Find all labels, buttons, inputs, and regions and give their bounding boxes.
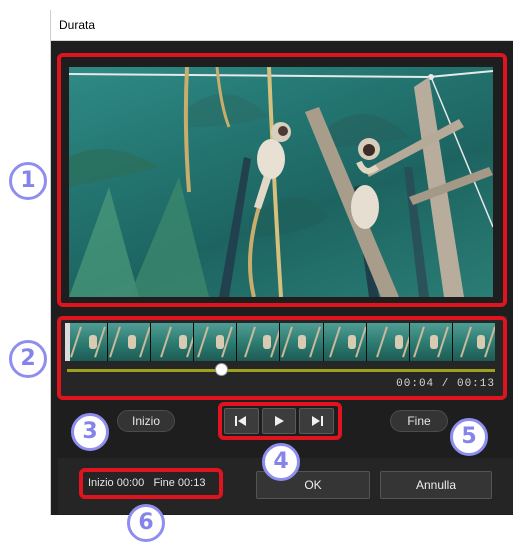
selection-end-value: 00:13 bbox=[177, 477, 206, 489]
playback-slider-track[interactable] bbox=[67, 369, 495, 372]
filmstrip-frame bbox=[280, 323, 324, 361]
play-button[interactable] bbox=[261, 408, 297, 434]
playback-slider-thumb[interactable] bbox=[214, 363, 228, 376]
cancel-button[interactable]: Annulla bbox=[380, 471, 492, 499]
total-time: 00:13 bbox=[456, 378, 495, 390]
callout-badge: 3 bbox=[71, 413, 109, 451]
filmstrip-frame bbox=[452, 323, 495, 361]
selection-start-label: Inizio bbox=[88, 477, 114, 489]
callout-badge: 4 bbox=[262, 443, 300, 481]
filmstrip bbox=[65, 323, 495, 361]
callout-badge: 5 bbox=[450, 418, 488, 456]
selection-start-value: 00:00 bbox=[116, 477, 145, 489]
filmstrip-frame bbox=[237, 323, 281, 361]
video-frame-image bbox=[69, 67, 493, 297]
time-separator: / bbox=[441, 378, 450, 390]
play-icon bbox=[275, 416, 284, 426]
callout-badge: 1 bbox=[9, 162, 47, 200]
step-forward-button[interactable] bbox=[299, 408, 335, 434]
timecode: 00:04 / 00:13 bbox=[396, 378, 495, 390]
video-preview bbox=[69, 67, 493, 297]
screenshot-canvas: Durata 00:04 / 00:13 Inizio Fine Inizio … bbox=[0, 0, 513, 545]
callout-badge: 6 bbox=[127, 504, 165, 542]
step-forward-icon bbox=[311, 416, 323, 426]
current-time: 00:04 bbox=[396, 378, 435, 390]
dialog-title: Durata bbox=[59, 18, 96, 32]
filmstrip-frame bbox=[65, 323, 109, 361]
callout-badge: 2 bbox=[9, 340, 47, 378]
filmstrip-frame bbox=[409, 323, 453, 361]
trim-start-handle[interactable] bbox=[65, 323, 70, 361]
selection-end-label: Fine bbox=[153, 477, 175, 489]
filmstrip-frame bbox=[194, 323, 238, 361]
step-back-button[interactable] bbox=[224, 408, 259, 434]
transport-controls bbox=[224, 408, 335, 434]
timeline-panel: 00:04 / 00:13 bbox=[57, 316, 507, 398]
set-end-button[interactable]: Fine bbox=[390, 410, 448, 432]
step-back-icon bbox=[235, 416, 247, 426]
filmstrip-frame bbox=[151, 323, 195, 361]
selection-range: Inizio 00:00 Fine 00:13 bbox=[88, 477, 205, 489]
filmstrip-frame bbox=[366, 323, 410, 361]
filmstrip-frame bbox=[323, 323, 367, 361]
set-start-button[interactable]: Inizio bbox=[117, 410, 175, 432]
dialog-titlebar: Durata bbox=[51, 10, 513, 41]
filmstrip-frame bbox=[108, 323, 152, 361]
